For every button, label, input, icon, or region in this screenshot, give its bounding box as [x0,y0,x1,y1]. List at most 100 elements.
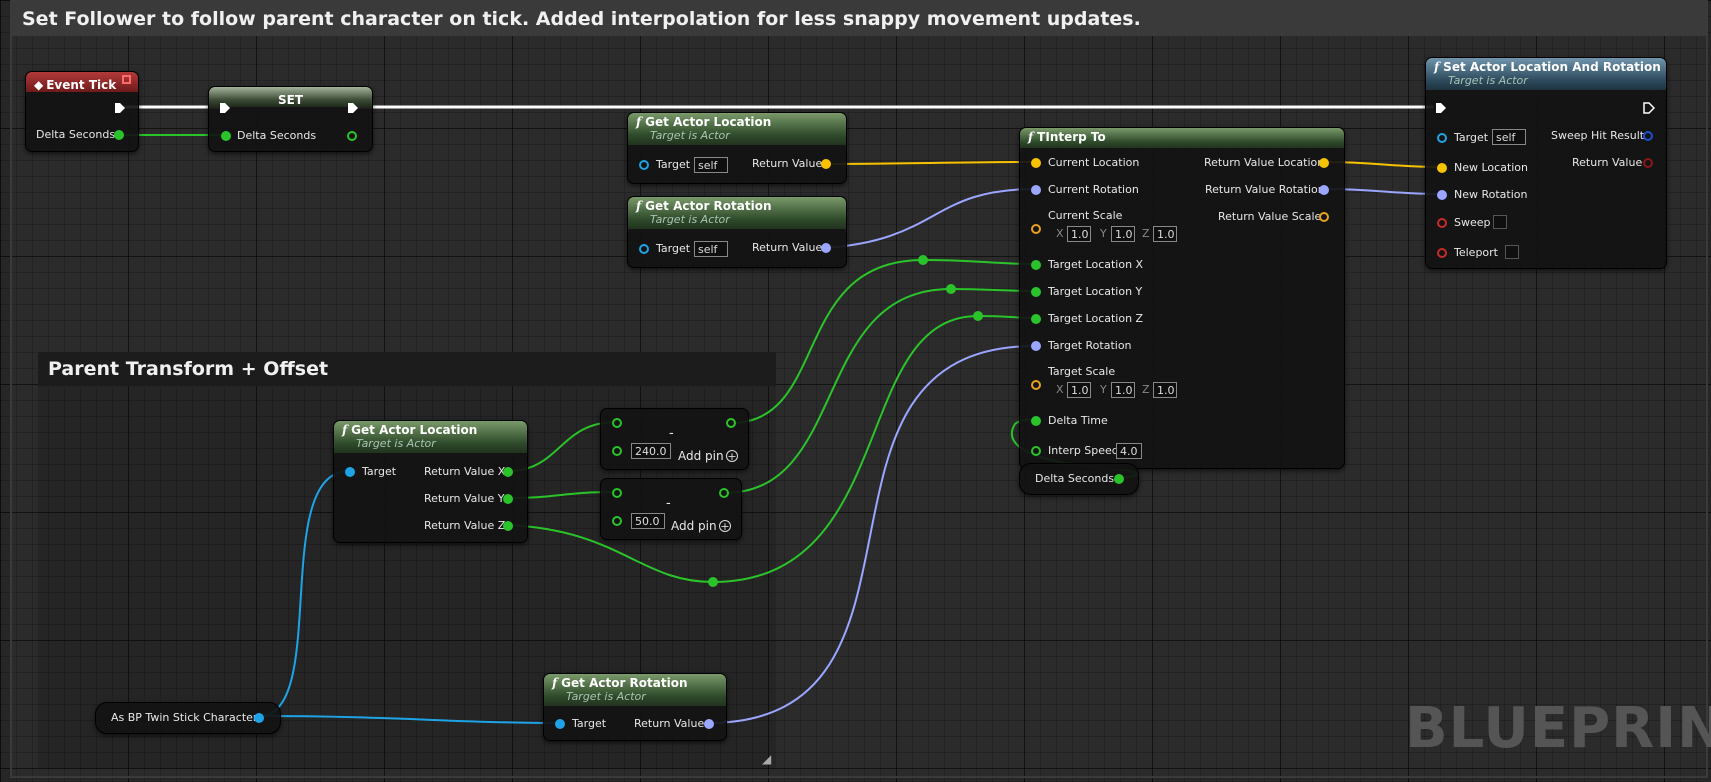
delta-seconds-var-pin[interactable] [1114,474,1124,484]
as-bp-twin-stick-character-pin[interactable] [254,713,264,723]
current-location-pin[interactable] [1031,158,1041,168]
current-rotation-pin[interactable] [1031,185,1041,195]
get-actor-location-subtitle-bottom: Target is Actor [356,437,436,450]
get-actor-rotation-title-top: Get Actor Rotation [645,199,772,213]
target-scale-pin[interactable] [1031,380,1041,390]
tinterp-title: TInterp To [1037,130,1106,144]
set-variable-node[interactable]: SET Delta Seconds [208,86,373,152]
function-icon: f [636,115,642,129]
target-rotation-pin[interactable] [1031,341,1041,351]
subtract-x-a-pin[interactable] [612,418,622,428]
target-location-y-label: Target Location Y [1048,285,1143,298]
subtract-x-value-field[interactable]: 240.0 [631,443,671,459]
current-scale-pin[interactable] [1031,224,1041,234]
subtract-y-value-field[interactable]: 50.0 [631,513,665,529]
new-rotation-pin[interactable] [1437,190,1447,200]
as-bp-twin-stick-character-node[interactable]: As BP Twin Stick Character [95,702,281,734]
current-scale-z-field[interactable]: 1.0 [1153,226,1177,242]
target-scale-y-field[interactable]: 1.0 [1111,382,1135,398]
set-delta-in-pin[interactable] [221,131,231,141]
event-tick-node[interactable]: ◆ Event Tick Delta Seconds [25,71,139,152]
return-rotation-pin[interactable] [704,719,714,729]
delta-seconds-pin[interactable] [114,130,124,140]
event-breakpoint-icon[interactable] [122,75,131,84]
return-x-label: Return Value X [424,465,506,478]
target-self-field[interactable]: self [694,241,728,257]
set-delta-out-pin[interactable] [347,131,357,141]
return-value-pin[interactable] [1643,158,1653,168]
add-pin-icon[interactable]: + [719,520,731,532]
get-actor-location-node-bottom[interactable]: f Get Actor Location Target is Actor Targ… [333,420,528,543]
target-label: Target [656,158,691,171]
delta-time-label: Delta Time [1048,414,1108,427]
set-actor-exec-out-pin[interactable] [1643,102,1655,114]
return-location-pin[interactable] [821,159,831,169]
subtract-x-out-pin[interactable] [726,418,736,428]
target-pin[interactable] [555,719,565,729]
return-rotation-pin[interactable] [821,243,831,253]
set-actor-location-rotation-node[interactable]: f Set Actor Location And Rotation Target … [1425,57,1667,269]
add-pin-icon[interactable]: + [726,450,738,462]
delta-seconds-variable-node[interactable]: Delta Seconds [1019,463,1139,495]
get-actor-rotation-node-bottom[interactable]: f Get Actor Rotation Target is Actor Targ… [543,673,727,741]
target-location-x-pin[interactable] [1031,260,1041,270]
return-y-pin[interactable] [503,494,513,504]
target-label: Target [572,717,607,730]
set-actor-exec-in-pin[interactable] [1435,102,1447,114]
wire-cast-rotation-target [258,715,560,724]
return-scale-pin[interactable] [1319,212,1329,222]
return-z-pin[interactable] [503,521,513,531]
interp-speed-field[interactable]: 4.0 [1116,443,1142,459]
target-pin[interactable] [1437,133,1447,143]
sweep-checkbox[interactable] [1493,215,1507,229]
delta-seconds-label: Delta Seconds [36,128,116,141]
target-self-field[interactable]: self [1492,129,1526,145]
subtract-y-a-pin[interactable] [612,488,622,498]
tinterp-to-node[interactable]: f TInterp To Current Location Current Rot… [1019,127,1345,469]
reroute-knot-z [973,311,983,321]
target-self-field[interactable]: self [694,157,728,173]
subtract-y-out-pin[interactable] [719,488,729,498]
subtract-y-symbol: - [666,496,671,511]
interp-speed-pin[interactable] [1031,446,1041,456]
get-actor-rotation-subtitle-bottom: Target is Actor [566,690,646,703]
current-scale-label: Current Scale [1048,209,1123,222]
exec-out-pin[interactable] [114,102,126,114]
add-pin-label[interactable]: Add pin [671,519,717,533]
delta-time-pin[interactable] [1031,416,1041,426]
subtract-y-b-pin[interactable] [612,516,622,526]
target-scale-x-field[interactable]: 1.0 [1067,382,1091,398]
set-exec-in-pin[interactable] [219,102,231,114]
target-pin[interactable] [639,160,649,170]
wire-current-location [824,161,1036,165]
function-icon: f [1434,60,1440,74]
return-location-pin[interactable] [1319,158,1329,168]
new-rotation-label: New Rotation [1454,188,1528,201]
get-actor-rotation-node-top[interactable]: f Get Actor Rotation Target is Actor Targ… [627,196,847,268]
add-pin-label[interactable]: Add pin [678,449,724,463]
current-scale-y-field[interactable]: 1.0 [1111,226,1135,242]
target-location-z-pin[interactable] [1031,314,1041,324]
subtract-x-node[interactable]: - 240.0 Add pin + [600,408,749,470]
target-pin[interactable] [639,244,649,254]
interp-speed-label: Interp Speed [1048,444,1119,457]
new-location-pin[interactable] [1437,163,1447,173]
target-pin[interactable] [345,467,355,477]
sweep-pin[interactable] [1437,218,1447,228]
teleport-pin[interactable] [1437,248,1447,258]
return-value-label: Return Value [752,241,823,254]
return-rotation-pin[interactable] [1319,185,1329,195]
reroute-knot-bottom [708,577,718,587]
get-actor-location-node-top[interactable]: f Get Actor Location Target is Actor Targ… [627,112,847,184]
current-scale-x-field[interactable]: 1.0 [1067,226,1091,242]
get-actor-rotation-header-bottom: f Get Actor Rotation Target is Actor [544,674,726,706]
teleport-checkbox[interactable] [1505,245,1519,259]
target-scale-z-field[interactable]: 1.0 [1153,382,1177,398]
target-location-y-pin[interactable] [1031,287,1041,297]
subtract-x-b-pin[interactable] [612,446,622,456]
set-exec-out-pin[interactable] [347,102,359,114]
event-tick-title: Event Tick [46,78,117,92]
subtract-y-node[interactable]: - 50.0 Add pin + [600,478,742,540]
return-x-pin[interactable] [503,467,513,477]
sweep-hit-result-pin[interactable] [1643,131,1653,141]
